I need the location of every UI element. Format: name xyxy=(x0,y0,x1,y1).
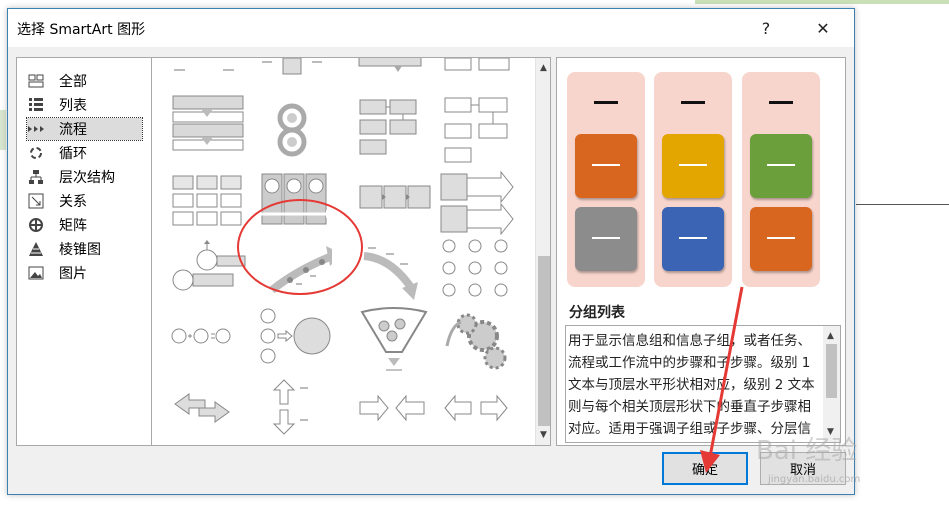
preview-box-green xyxy=(750,134,812,198)
scroll-up-icon[interactable]: ▲ xyxy=(823,328,838,344)
background-document-bar xyxy=(695,0,949,4)
screen: 选择 SmartArt 图形 ? ✕ 全部 列表 流程 循环 层次结构 关系 矩… xyxy=(0,0,949,513)
preview-box-gold xyxy=(662,134,724,198)
highlight-circle-annotation xyxy=(237,199,363,295)
preview-group-3 xyxy=(742,72,820,287)
layout-thumb-partial-3[interactable] xyxy=(354,57,434,80)
layout-thumb-up-down-arrows[interactable] xyxy=(252,376,332,446)
matrix-icon xyxy=(27,217,45,233)
layout-thumb-gear[interactable] xyxy=(437,306,517,386)
help-button[interactable]: ? xyxy=(746,13,786,43)
preview-header-line xyxy=(594,101,618,104)
category-label: 关系 xyxy=(59,194,87,210)
preview-box-orange-2 xyxy=(750,207,812,271)
preview-graphic xyxy=(567,72,829,287)
preview-group-2 xyxy=(654,72,732,287)
layout-thumb-funnel[interactable] xyxy=(354,306,434,386)
category-item-hierarchy[interactable]: 层次结构 xyxy=(27,166,142,188)
layout-thumb-converging-arrows[interactable] xyxy=(354,376,434,446)
layout-thumb-equation[interactable] xyxy=(169,306,249,386)
layout-thumb-circular-arrows[interactable] xyxy=(252,90,332,170)
category-label: 循环 xyxy=(59,146,87,162)
category-label: 流程 xyxy=(59,122,87,138)
layout-name: 分组列表 xyxy=(569,305,625,321)
category-label: 全部 xyxy=(59,74,87,90)
gallery-scrollbar[interactable]: ▲ ▼ xyxy=(535,58,550,445)
description-scrollbar[interactable]: ▲ ▼ xyxy=(823,326,840,442)
preview-header-line xyxy=(769,101,793,104)
background-document-line xyxy=(856,204,949,205)
category-item-list[interactable]: 列表 xyxy=(27,94,142,116)
category-item-cycle[interactable]: 循环 xyxy=(27,142,142,164)
gallery-scroll-thumb[interactable] xyxy=(538,256,550,426)
category-label: 图片 xyxy=(59,266,87,282)
background-document-mark xyxy=(0,110,6,150)
preview-box-gray xyxy=(575,207,637,271)
category-item-relationship[interactable]: 关系 xyxy=(27,190,142,212)
hierarchy-icon xyxy=(27,169,45,185)
watermark-url: jingyan.baidu.com xyxy=(768,474,861,485)
layout-thumb-stacked-process[interactable] xyxy=(169,90,249,170)
layout-thumb-down-arrow[interactable] xyxy=(354,234,434,314)
layout-thumb-partial-4[interactable] xyxy=(437,57,517,80)
scroll-up-icon[interactable]: ▲ xyxy=(536,60,550,76)
layout-thumb-diverging-arrows[interactable] xyxy=(437,376,517,446)
layout-thumb-opposing-arrows[interactable] xyxy=(169,376,249,446)
layout-thumb-bending-process[interactable] xyxy=(437,90,517,170)
category-label: 棱锥图 xyxy=(59,242,101,258)
dialog-titlebar: 选择 SmartArt 图形 ? ✕ xyxy=(8,9,854,47)
category-item-all[interactable]: 全部 xyxy=(27,70,142,92)
category-label: 列表 xyxy=(59,98,87,114)
category-item-picture[interactable]: 图片 xyxy=(27,262,142,284)
category-item-pyramid[interactable]: 棱锥图 xyxy=(27,238,142,260)
process-icon xyxy=(27,121,45,137)
red-arrow-annotation xyxy=(700,286,744,473)
layout-thumb-vertical-equation[interactable] xyxy=(252,306,332,386)
cycle-icon xyxy=(27,145,45,161)
picture-icon xyxy=(27,265,45,281)
category-list: 全部 列表 流程 循环 层次结构 关系 矩阵 棱锥图 图片 xyxy=(16,57,152,446)
category-label: 矩阵 xyxy=(59,218,87,234)
preview-box-orange xyxy=(575,134,637,198)
category-item-matrix[interactable]: 矩阵 xyxy=(27,214,142,236)
preview-group-1 xyxy=(567,72,645,287)
layout-thumb-zigzag-process[interactable] xyxy=(354,90,434,170)
layout-thumb-partial-1[interactable] xyxy=(169,57,249,80)
preview-box-blue xyxy=(662,207,724,271)
layout-thumb-circle-process-grid[interactable] xyxy=(437,234,517,314)
relationship-icon xyxy=(27,193,45,209)
category-item-process[interactable]: 流程 xyxy=(26,117,143,141)
list-icon xyxy=(27,97,45,113)
description-scroll-thumb[interactable] xyxy=(826,344,837,398)
all-icon xyxy=(27,73,45,89)
category-label: 层次结构 xyxy=(59,170,115,186)
layout-thumb-partial-2[interactable] xyxy=(252,57,332,80)
watermark-logo: Bai 经验 xyxy=(756,436,858,466)
scroll-down-icon[interactable]: ▼ xyxy=(536,427,550,443)
preview-header-line xyxy=(681,101,705,104)
close-button[interactable]: ✕ xyxy=(803,13,843,43)
dialog-title: 选择 SmartArt 图形 xyxy=(17,22,146,38)
pyramid-icon xyxy=(27,241,45,257)
